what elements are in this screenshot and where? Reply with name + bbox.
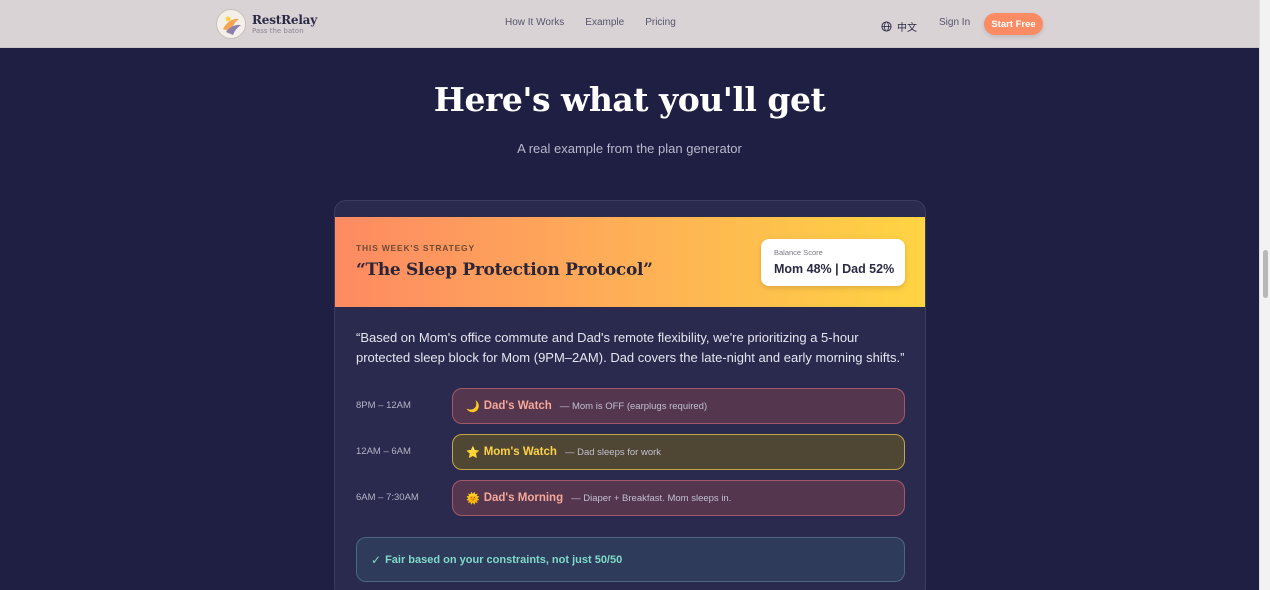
brand-name: RestRelay <box>252 12 318 27</box>
strategy-title: “The Sleep Protection Protocol” <box>356 260 653 280</box>
schedule-time: 8PM – 12AM <box>356 400 411 411</box>
nav-link-example[interactable]: Example <box>585 17 624 28</box>
shift-title: Dad's Morning <box>483 492 564 504</box>
shift-description: — Dad sleeps for work <box>564 446 662 458</box>
schedule-shift: 🌙 Dad's Watch — Mom is OFF (earplugs req… <box>452 388 905 424</box>
relay-logo-icon <box>216 9 246 39</box>
schedule-row: 8PM – 12AM 🌙 Dad's Watch — Mom is OFF (e… <box>335 388 925 424</box>
schedule-row: 6AM – 7:30AM 🌞 Dad's Morning — Diaper + … <box>335 480 925 516</box>
example-plan-card: THIS WEEK'S STRATEGY “The Sleep Protecti… <box>334 200 926 590</box>
star-icon: ⭐ <box>466 445 480 459</box>
nav-link-pricing[interactable]: Pricing <box>645 17 676 28</box>
strategy-banner: THIS WEEK'S STRATEGY “The Sleep Protecti… <box>335 217 925 307</box>
top-navbar: RestRelay Pass the baton How It Works Ex… <box>0 0 1259 48</box>
shift-title: Mom's Watch <box>483 446 557 458</box>
globe-icon <box>881 17 892 36</box>
fairness-text: Fair based on your constraints, not just… <box>385 553 623 566</box>
shift-description: — Mom is OFF (earplugs required) <box>559 400 708 412</box>
balance-score-label: Balance Score <box>774 248 823 257</box>
sign-in-link[interactable]: Sign In <box>939 17 970 28</box>
sun-icon: 🌞 <box>466 491 480 505</box>
schedule-time: 6AM – 7:30AM <box>356 492 419 503</box>
start-free-button[interactable]: Start Free <box>984 13 1043 35</box>
fairness-note: ✓ Fair based on your constraints, not ju… <box>356 537 905 582</box>
shift-description: — Diaper + Breakfast. Mom sleeps in. <box>571 492 732 504</box>
schedule-shift: ⭐ Mom's Watch — Dad sleeps for work <box>452 434 905 470</box>
section-title: Here's what you'll get <box>433 80 826 119</box>
strategy-explanation: “Based on Mom's office commute and Dad's… <box>356 330 905 365</box>
section-subtitle: A real example from the plan generator <box>517 141 742 156</box>
scrollbar-thumb[interactable] <box>1263 250 1268 298</box>
language-switcher[interactable]: 中文 <box>881 17 917 36</box>
check-icon: ✓ <box>371 552 382 567</box>
brand-tagline: Pass the baton <box>252 26 304 35</box>
brand-logo[interactable]: RestRelay Pass the baton <box>216 9 317 39</box>
nav-link-how-it-works[interactable]: How It Works <box>505 17 564 28</box>
moon-icon: 🌙 <box>466 399 480 413</box>
schedule-time: 12AM – 6AM <box>356 446 411 457</box>
schedule-shift: 🌞 Dad's Morning — Diaper + Breakfast. Mo… <box>452 480 905 516</box>
balance-score-card: Balance Score Mom 48% | Dad 52% <box>761 239 905 286</box>
shift-title: Dad's Watch <box>483 400 552 412</box>
language-label: 中文 <box>897 23 917 34</box>
strategy-label: THIS WEEK'S STRATEGY <box>356 243 475 253</box>
nav-links: How It Works Example Pricing <box>505 17 676 28</box>
balance-score-value: Mom 48% | Dad 52% <box>774 262 895 276</box>
page-scrollbar[interactable] <box>1259 0 1270 590</box>
schedule-row: 12AM – 6AM ⭐ Mom's Watch — Dad sleeps fo… <box>335 434 925 470</box>
